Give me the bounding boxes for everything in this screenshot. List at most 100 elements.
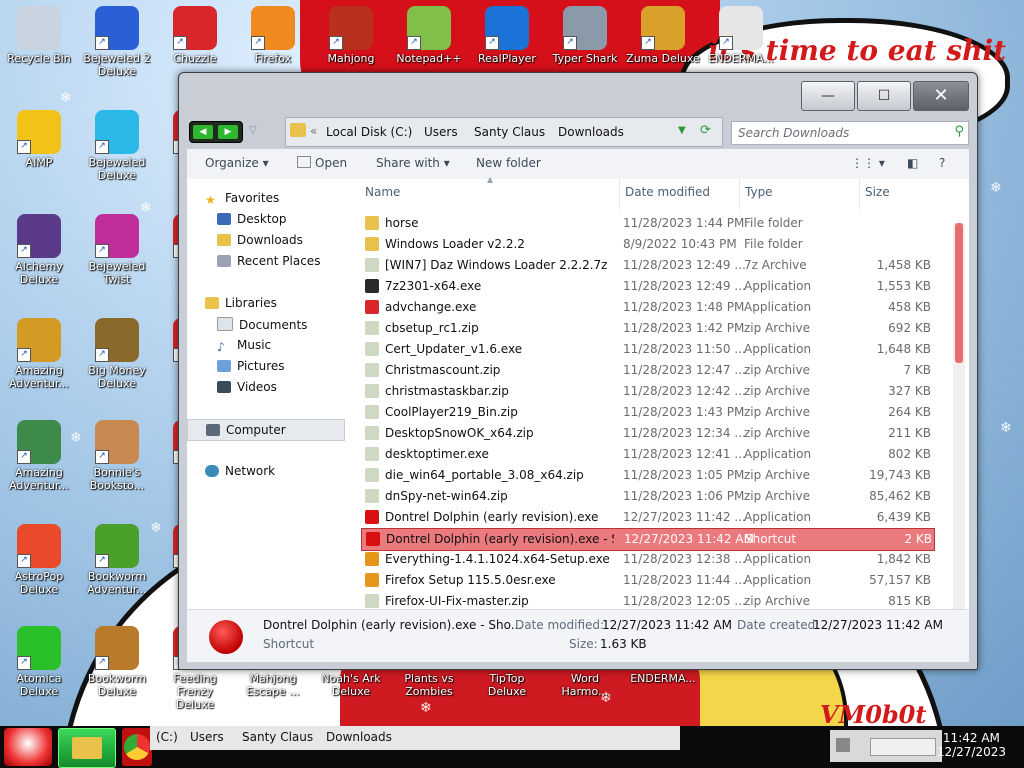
file-row[interactable]: Cert_Updater_v1.6.exe 11/28/2023 11:50 ..…	[361, 339, 933, 360]
nav-videos[interactable]: Videos	[217, 380, 277, 394]
desktop-icon-17[interactable]: ↗ Big Money Deluxe	[80, 318, 154, 390]
desktop-icon-label: Chuzzle	[173, 52, 217, 65]
desktop-icon-7[interactable]: ↗ Typer Shark	[548, 6, 622, 65]
file-row[interactable]: DesktopSnowOK_x64.zip 11/28/2023 12:34 ..…	[361, 423, 933, 444]
column-header-type[interactable]: Type	[745, 185, 773, 199]
desktop-icon-10[interactable]: ↗ AIMP	[2, 110, 76, 169]
file-row[interactable]: CoolPlayer219_Bin.zip 11/28/2023 1:43 PM z…	[361, 402, 933, 423]
nav-libraries[interactable]: Libraries	[205, 296, 277, 310]
desktop-icon-4[interactable]: ↗ Mahjong	[314, 6, 388, 65]
breadcrumb-local-disk[interactable]: Local Disk (C:)	[326, 125, 412, 139]
breadcrumb-downloads[interactable]: Downloads	[558, 125, 624, 139]
file-row[interactable]: christmastaskbar.zip 11/28/2023 12:42 ...…	[361, 381, 933, 402]
share-with-button[interactable]: Share with ▾	[376, 156, 450, 170]
file-row[interactable]: [WIN7] Daz Windows Loader 2.2.2.7z 11/28/…	[361, 255, 933, 276]
desktop-icon-2[interactable]: ↗ Chuzzle	[158, 6, 232, 65]
taskbar-crumb-downloads[interactable]: Downloads	[326, 730, 392, 744]
file-row[interactable]: cbsetup_rc1.zip 11/28/2023 1:42 PM zip Arc…	[361, 318, 933, 339]
address-bar[interactable]: « Local Disk (C:) Users Santy Claus Down…	[285, 117, 723, 147]
recent-pages-icon[interactable]: ▽	[249, 125, 257, 136]
desktop-icon-25[interactable]: ↗ Atomica Deluxe	[2, 626, 76, 698]
back-button[interactable]: ◀	[193, 125, 213, 139]
desktop-icon-3[interactable]: ↗ Firefox	[236, 6, 310, 65]
tray-icon[interactable]	[836, 738, 850, 752]
taskbar-crumb-users[interactable]: Users	[190, 730, 224, 744]
desktop-icon-9[interactable]: ↗ ENDERMA...	[704, 6, 778, 65]
file-row[interactable]: Dontrel Dolphin (early revision).exe 12/2…	[361, 507, 933, 528]
file-row[interactable]: Dontrel Dolphin (early revision).exe - S…	[361, 528, 935, 551]
taskbar-clock[interactable]: 11:42 AM 12/27/2023	[937, 731, 1006, 759]
change-view-icon[interactable]: ⋮⋮ ▾	[851, 156, 885, 170]
column-separator[interactable]	[739, 179, 740, 209]
desktop-icon-20[interactable]: ↗ Bonnie's Booksto...	[80, 420, 154, 492]
notification-area[interactable]	[830, 730, 942, 762]
desktop-icon-11[interactable]: ↗ Bejeweled Deluxe	[80, 110, 154, 182]
maximize-button[interactable]: ☐	[857, 81, 911, 111]
desktop-icon-1[interactable]: ↗ Bejeweled 2 Deluxe	[80, 6, 154, 78]
scrollbar-thumb[interactable]	[955, 223, 963, 363]
column-separator[interactable]	[859, 179, 860, 209]
desktop-icon-8[interactable]: ↗ Zuma Deluxe	[626, 6, 700, 65]
new-folder-button[interactable]: New folder	[476, 156, 541, 170]
help-icon[interactable]: ?	[939, 156, 945, 170]
column-separator[interactable]	[619, 179, 620, 209]
preview-pane-icon[interactable]: ◧	[907, 156, 918, 170]
desktop-icon-6[interactable]: ↗ RealPlayer	[470, 6, 544, 65]
address-dropdown-icon[interactable]: ▼	[678, 125, 686, 136]
open-button[interactable]: Open	[297, 156, 347, 170]
vertical-scrollbar[interactable]	[953, 223, 965, 609]
nav-documents[interactable]: Documents	[217, 317, 307, 332]
desktop-icon-14[interactable]: ↗ Bejeweled Twist	[80, 214, 154, 286]
nav-music[interactable]: ♪ Music	[217, 338, 271, 354]
file-row[interactable]: desktoptimer.exe 11/28/2023 12:41 ... Appl…	[361, 444, 933, 465]
breadcrumb-santy-claus[interactable]: Santy Claus	[474, 125, 545, 139]
refresh-icon[interactable]: ⟳	[700, 123, 711, 138]
search-input[interactable]: Search Downloads ⚲	[731, 121, 969, 145]
desktop-icon-19[interactable]: ↗ Amazing Adventur...	[2, 420, 76, 492]
forward-button[interactable]: ▶	[218, 125, 238, 139]
minimize-button[interactable]: —	[801, 81, 855, 111]
file-row[interactable]: Windows Loader v2.2.2 8/9/2022 10:43 PM Fi…	[361, 234, 933, 255]
file-row[interactable]: Christmascount.zip 11/28/2023 12:47 ... zi…	[361, 360, 933, 381]
nav-favorites[interactable]: ★ Favorites	[205, 191, 279, 207]
taskbar-explorer-button[interactable]	[58, 728, 116, 768]
taskbar-chrome-button[interactable]	[122, 728, 152, 766]
taskbar-crumb-drive[interactable]: (C:)	[156, 730, 178, 744]
column-header-date[interactable]: Date modified	[625, 185, 710, 199]
file-row[interactable]: advchange.exe 11/28/2023 1:48 PM Applicati…	[361, 297, 933, 318]
organize-button[interactable]: Organize ▾	[205, 156, 269, 170]
file-row[interactable]: Everything-1.4.1.1024.x64-Setup.exe 11/28…	[361, 549, 933, 570]
start-button[interactable]	[4, 728, 52, 766]
desktop-icon-0[interactable]: Recycle Bin	[2, 6, 76, 65]
search-icon[interactable]: ⚲	[954, 124, 964, 139]
desktop-icon-16[interactable]: ↗ Amazing Adventur...	[2, 318, 76, 390]
shortcut-arrow-icon: ↗	[95, 450, 109, 464]
file-size: 692 KB	[888, 321, 931, 335]
nav-downloads[interactable]: Downloads	[217, 233, 303, 247]
nav-desktop[interactable]: Desktop	[217, 212, 287, 226]
breadcrumb-overflow-icon[interactable]: «	[310, 124, 317, 138]
desktop-icon-23[interactable]: ↗ Bookworm Adventur...	[80, 524, 154, 596]
desktop-icon-5[interactable]: ↗ Notepad++	[392, 6, 466, 65]
close-button[interactable]: ✕	[913, 81, 969, 111]
column-header-name[interactable]: Name	[365, 185, 400, 199]
nav-pictures[interactable]: Pictures	[217, 359, 285, 373]
nav-computer[interactable]: Computer	[187, 419, 345, 441]
nav-recent-places[interactable]: Recent Places	[217, 254, 320, 268]
file-date: 11/28/2023 11:44 ...	[623, 573, 746, 587]
file-row[interactable]: dnSpy-net-win64.zip 11/28/2023 1:06 PM zip…	[361, 486, 933, 507]
tray-program-icon[interactable]	[870, 738, 936, 756]
file-row[interactable]: Firefox Setup 115.5.0esr.exe 11/28/2023 1…	[361, 570, 933, 591]
taskbar-crumb-santy-claus[interactable]: Santy Claus	[242, 730, 313, 744]
desktop-icon-label: ENDERMA...	[630, 672, 696, 685]
file-row[interactable]: horse 11/28/2023 1:44 PM File folder	[361, 213, 933, 234]
desktop-icon-22[interactable]: ↗ AstroPop Deluxe	[2, 524, 76, 596]
file-row[interactable]: die_win64_portable_3.08_x64.zip 11/28/202…	[361, 465, 933, 486]
desktop-icon-26[interactable]: ↗ Bookworm Deluxe	[80, 626, 154, 698]
clock-time: 11:42 AM	[942, 731, 1000, 745]
nav-network[interactable]: Network	[205, 464, 275, 478]
desktop-icon-13[interactable]: ↗ Alchemy Deluxe	[2, 214, 76, 286]
file-row[interactable]: 7z2301-x64.exe 11/28/2023 12:49 ... Applic…	[361, 276, 933, 297]
column-header-size[interactable]: Size	[865, 185, 890, 199]
breadcrumb-users[interactable]: Users	[424, 125, 458, 139]
